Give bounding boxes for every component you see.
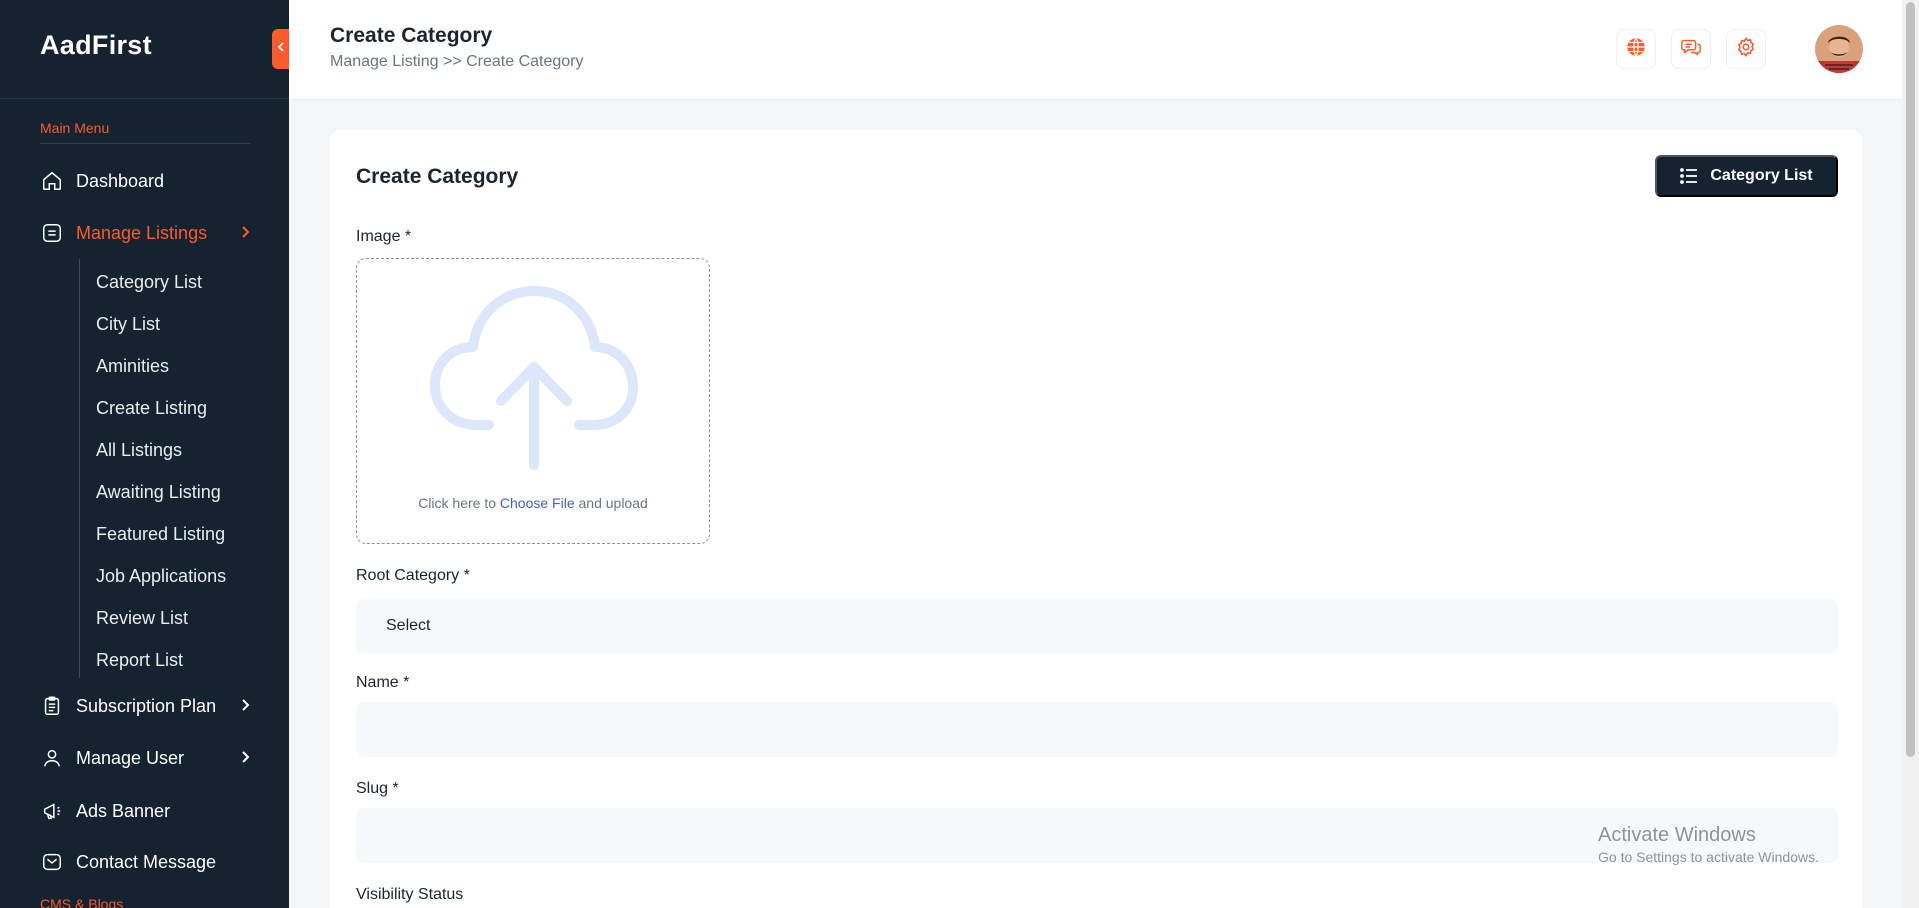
create-category-card: Create Category Category List Image * Cl… xyxy=(330,130,1862,908)
root-category-label: Root Category * xyxy=(356,567,470,584)
name-input[interactable] xyxy=(356,702,1838,757)
sidebar-item-label: Subscription Plan xyxy=(76,695,217,716)
sidebar-collapse-button[interactable] xyxy=(272,29,290,69)
cms-blogs-label: CMS & Blogs xyxy=(40,896,124,908)
choose-file-link[interactable]: Choose File xyxy=(500,495,575,511)
sidebar-item-label: Manage User xyxy=(76,747,185,768)
chevron-right-icon xyxy=(238,224,252,245)
card-title: Create Category xyxy=(356,165,519,188)
chevron-right-icon xyxy=(238,697,252,718)
slug-label: Slug * xyxy=(356,780,399,797)
sidebar-subitem-city-list[interactable]: City List xyxy=(96,312,160,336)
sidebar-subitem-create-listing[interactable]: Create Listing xyxy=(96,396,207,420)
cloud-upload-icon xyxy=(429,283,639,478)
upload-hint-suffix: and upload xyxy=(578,495,648,511)
upload-hint-prefix: Click here to xyxy=(418,495,497,511)
sidebar-subitem-report-list[interactable]: Report List xyxy=(96,648,183,672)
watermark-subtitle: Go to Settings to activate Windows. xyxy=(1598,849,1819,865)
sidebar-item-ads-banner[interactable]: Ads Banner xyxy=(40,797,252,825)
name-label: Name * xyxy=(356,674,410,691)
sidebar-subitem-all-listings[interactable]: All Listings xyxy=(96,438,182,462)
category-list-button[interactable]: Category List xyxy=(1655,155,1838,197)
mail-icon xyxy=(40,850,64,874)
sidebar: AadFirst Main Menu Dashboard Manage List… xyxy=(0,0,289,908)
gear-icon xyxy=(1735,36,1757,63)
image-label: Image * xyxy=(356,228,412,245)
home-icon xyxy=(40,169,64,193)
page-title: Create Category xyxy=(330,24,493,47)
top-header: Create Category Manage Listing >> Create… xyxy=(289,0,1902,100)
scrollbar-thumb[interactable] xyxy=(1906,2,1915,757)
breadcrumb[interactable]: Manage Listing >> Create Category xyxy=(330,53,583,71)
chat-icon xyxy=(1680,36,1702,63)
list-box-icon xyxy=(40,221,64,245)
sidebar-item-label: Manage Listings xyxy=(76,222,208,243)
settings-button[interactable] xyxy=(1726,29,1766,69)
messages-button[interactable] xyxy=(1671,29,1711,69)
user-icon xyxy=(40,746,64,770)
sidebar-subitem-job-applications[interactable]: Job Applications xyxy=(96,564,226,588)
visibility-status-label: Visibility Status xyxy=(356,886,464,903)
category-list-button-label: Category List xyxy=(1710,167,1813,184)
upload-hint: Click here to Choose File and upload xyxy=(357,495,709,511)
sidebar-subitem-review-list[interactable]: Review List xyxy=(96,606,188,630)
sidebar-subitem-aminities[interactable]: Aminities xyxy=(96,354,169,378)
chevron-left-icon xyxy=(276,40,286,58)
sidebar-item-label: Ads Banner xyxy=(76,800,171,821)
submenu-line xyxy=(79,259,80,678)
globe-icon xyxy=(1625,36,1647,63)
sidebar-item-contact-message[interactable]: Contact Message xyxy=(40,848,252,876)
megaphone-icon xyxy=(40,799,64,823)
watermark-title: Activate Windows xyxy=(1598,824,1756,846)
sidebar-subitem-awaiting-listing[interactable]: Awaiting Listing xyxy=(96,480,221,504)
chevron-right-icon xyxy=(238,749,252,770)
sidebar-item-dashboard[interactable]: Dashboard xyxy=(40,167,252,195)
root-category-value: Select xyxy=(386,617,431,634)
activate-windows-watermark: Activate Windows Go to Settings to activ… xyxy=(1598,824,1819,865)
logo: AadFirst xyxy=(40,30,152,60)
section-divider xyxy=(40,143,250,144)
sidebar-item-label: Contact Message xyxy=(76,851,217,872)
language-button[interactable] xyxy=(1616,29,1656,69)
clipboard-icon xyxy=(40,694,64,718)
root-category-select[interactable]: Select xyxy=(356,599,1838,654)
image-upload-dropzone[interactable]: Click here to Choose File and upload xyxy=(356,258,710,544)
sidebar-item-subscription-plan[interactable]: Subscription Plan xyxy=(40,692,252,720)
sidebar-item-manage-listings[interactable]: Manage Listings xyxy=(40,219,252,247)
list-icon xyxy=(1680,168,1698,184)
main-menu-label: Main Menu xyxy=(40,120,110,136)
sidebar-subitem-category-list[interactable]: Category List xyxy=(96,270,202,294)
sidebar-divider xyxy=(0,98,289,99)
avatar[interactable] xyxy=(1815,25,1863,73)
sidebar-item-label: Dashboard xyxy=(76,170,165,191)
page-scrollbar[interactable] xyxy=(1902,0,1919,908)
sidebar-subitem-featured-listing[interactable]: Featured Listing xyxy=(96,522,225,546)
sidebar-item-manage-user[interactable]: Manage User xyxy=(40,744,252,772)
